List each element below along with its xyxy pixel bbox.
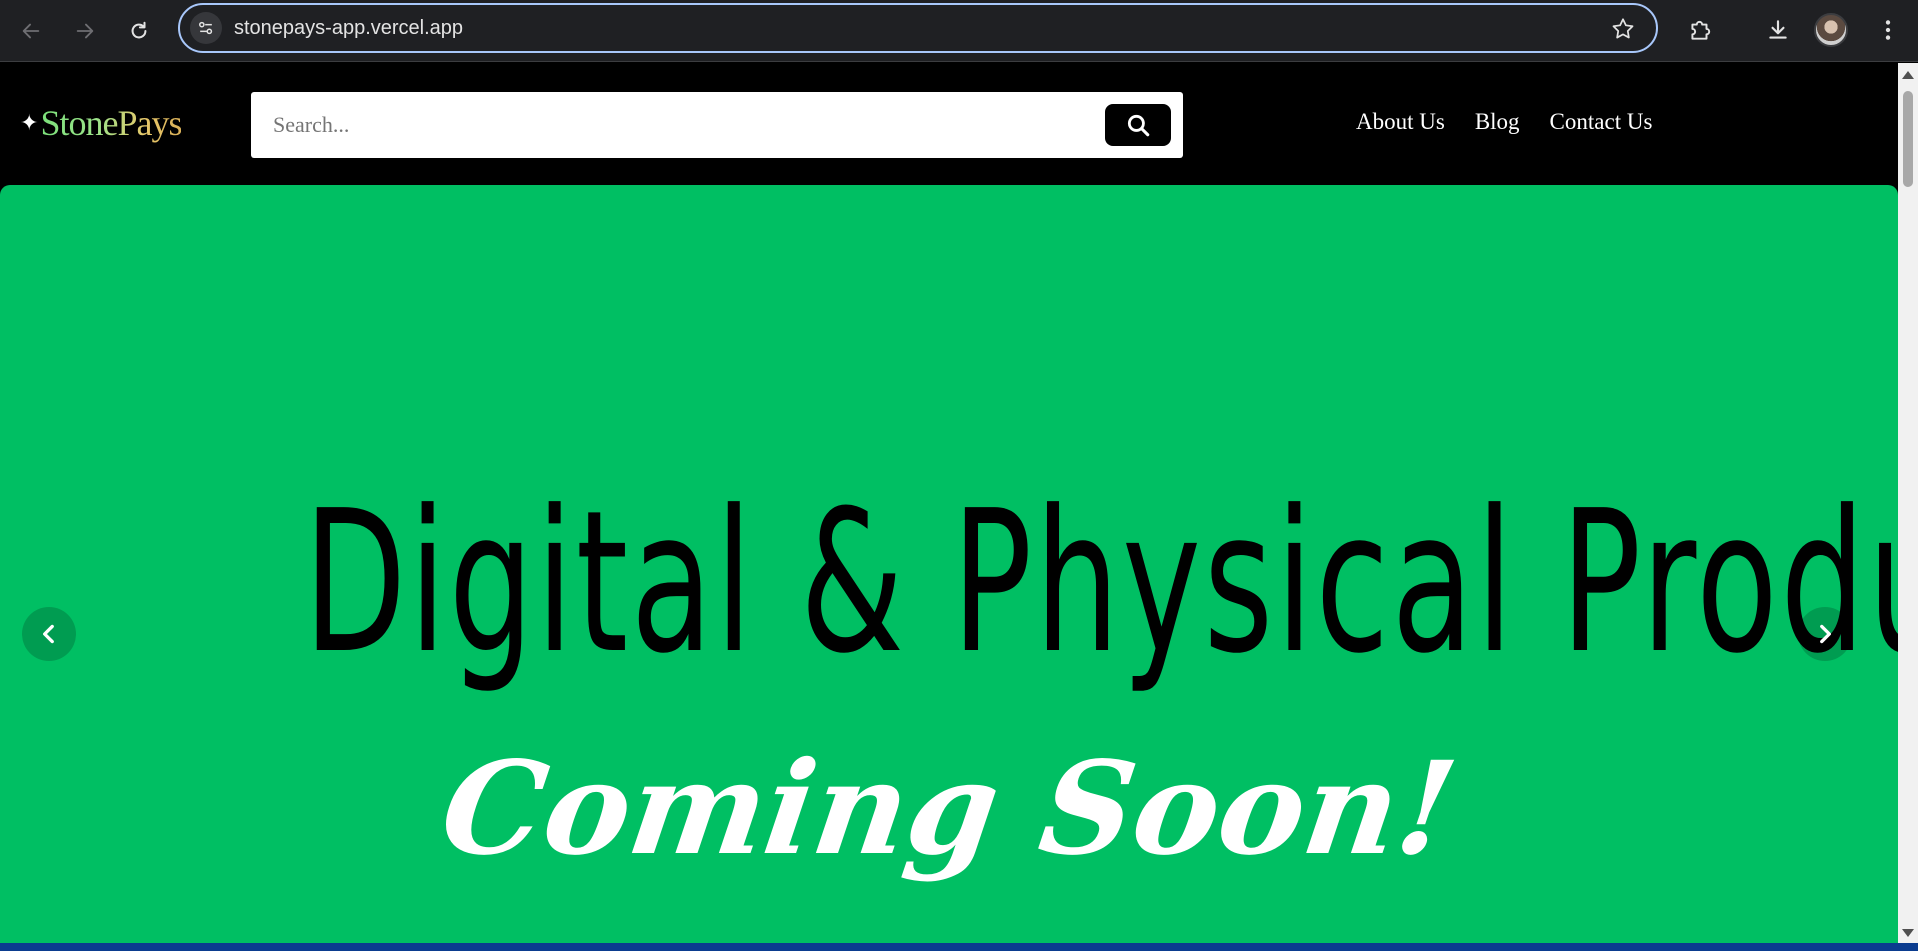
search-input[interactable] [273,92,1093,158]
carousel-next-button[interactable] [1798,607,1852,661]
url-text[interactable]: stonepays-app.vercel.app [234,17,463,40]
tune-icon [199,21,213,35]
profile-avatar[interactable] [1814,13,1848,47]
search-button[interactable] [1105,104,1171,146]
back-button[interactable] [14,14,48,48]
chevron-right-icon [1820,624,1831,644]
puzzle-icon [1691,20,1711,40]
site-info-button[interactable] [190,12,222,44]
downloads-button[interactable] [1760,12,1796,48]
address-bar[interactable]: stonepays-app.vercel.app [178,3,1658,53]
browser-menu-button[interactable] [1870,12,1906,48]
reload-icon [131,21,147,39]
carousel-prev-button[interactable] [22,607,76,661]
hero-carousel: Digital & Physical Products Coming Soon! [0,185,1898,951]
nav-contact-us-link[interactable]: Contact Us [1550,109,1653,135]
forward-button[interactable] [68,14,102,48]
search-bar [251,92,1183,158]
kebab-menu-icon [1885,20,1891,40]
page-scrollbar[interactable] [1898,63,1918,943]
forward-arrow-icon [76,23,94,39]
search-icon [1127,114,1150,137]
scroll-up-arrow-icon[interactable] [1902,71,1914,79]
back-arrow-icon [22,23,40,39]
chevron-left-icon [43,624,54,644]
logo-text: StonePays [40,103,182,143]
hero-headline: Digital & Physical Products [303,469,1898,697]
sparkle-icon: ✦ [20,110,39,136]
extensions-button[interactable] [1682,12,1718,48]
browser-toolbar: stonepays-app.vercel.app [0,0,1918,62]
taskbar-strip [0,943,1918,951]
hero-subheadline: Coming Soon! [433,734,1465,884]
scrollbar-thumb[interactable] [1903,91,1913,187]
site-header: ✦ StonePays About Us Blog Contact Us [0,63,1898,185]
scroll-down-arrow-icon[interactable] [1902,929,1914,937]
reload-button[interactable] [122,14,156,48]
main-nav: About Us Blog Contact Us [1356,109,1652,135]
star-icon[interactable] [1610,16,1636,42]
download-icon [1769,20,1787,39]
page-viewport: ✦ StonePays About Us Blog Contact Us Dig… [0,63,1898,951]
nav-about-us-link[interactable]: About Us [1356,109,1445,135]
nav-blog-link[interactable]: Blog [1475,109,1520,135]
site-logo[interactable]: ✦ StonePays [20,101,182,145]
